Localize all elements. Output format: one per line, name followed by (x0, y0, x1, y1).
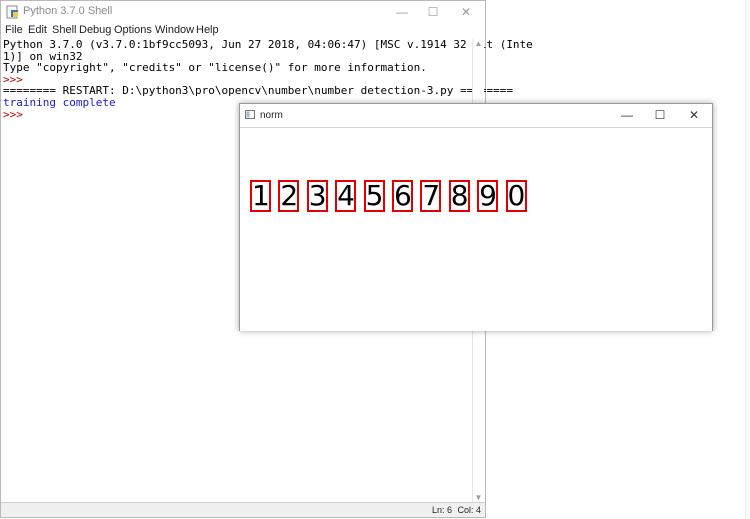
digit-box: 0 (505, 179, 527, 212)
maximize-button[interactable]: ☐ (643, 104, 677, 126)
minimize-icon: — (396, 5, 408, 19)
close-icon: ✕ (688, 108, 700, 122)
maximize-icon: ☐ (427, 5, 439, 19)
digit-box: 8 (448, 179, 470, 212)
python-file-icon (6, 5, 18, 19)
digit-box: 3 (306, 179, 328, 212)
menubar: File Edit Shell Debug Options Window Hel… (1, 23, 485, 38)
close-icon: ✕ (460, 5, 472, 19)
digit-box: 4 (335, 179, 357, 212)
maximize-icon: ☐ (654, 108, 666, 122)
shell-line: Type "copyright", "credits" or "license(… (3, 61, 427, 75)
digit-box: 9 (477, 179, 499, 212)
menu-edit[interactable]: Edit (28, 24, 47, 36)
close-button[interactable]: ✕ (449, 1, 483, 23)
statusbar: Ln: 6 Col: 4 (1, 502, 485, 517)
norm-title: norm (260, 110, 283, 121)
digit-box: 7 (420, 179, 442, 212)
norm-titlebar[interactable]: norm — ☐ ✕ (240, 104, 712, 126)
digit-box: 2 (278, 179, 300, 212)
menu-debug[interactable]: Debug (79, 24, 111, 36)
digit-box: 5 (363, 179, 385, 212)
scroll-up-icon[interactable]: ▲ (474, 39, 483, 49)
menu-shell[interactable]: Shell (52, 24, 76, 36)
maximize-button[interactable]: ☐ (416, 1, 450, 23)
menu-help[interactable]: Help (196, 24, 219, 36)
close-button[interactable]: ✕ (677, 104, 711, 126)
norm-window: norm — ☐ ✕ 1 2 3 4 5 6 7 8 9 0 (239, 103, 713, 331)
digit-row: 1 2 3 4 5 6 7 8 9 0 (250, 180, 534, 212)
shell-titlebar[interactable]: Python 3.7.0 Shell — ☐ ✕ (1, 1, 485, 23)
minimize-button[interactable]: — (385, 1, 419, 23)
digit-box: 6 (391, 179, 413, 212)
digit-box: 1 (250, 179, 271, 212)
menu-file[interactable]: File (5, 24, 23, 36)
menu-options[interactable]: Options (114, 24, 152, 36)
column-number: Col: 4 (457, 505, 481, 515)
shell-line: Python 3.7.0 (v3.7.0:1bf9cc5093, Jun 27 … (3, 38, 533, 51)
image-canvas: 1 2 3 4 5 6 7 8 9 0 (240, 127, 712, 331)
desktop-edge (745, 0, 750, 519)
minimize-button[interactable]: — (610, 104, 644, 126)
window-icon (245, 110, 255, 119)
shell-title: Python 3.7.0 Shell (23, 5, 113, 17)
menu-window[interactable]: Window (155, 24, 194, 36)
line-number: Ln: 6 (431, 505, 452, 515)
minimize-icon: — (621, 108, 633, 122)
